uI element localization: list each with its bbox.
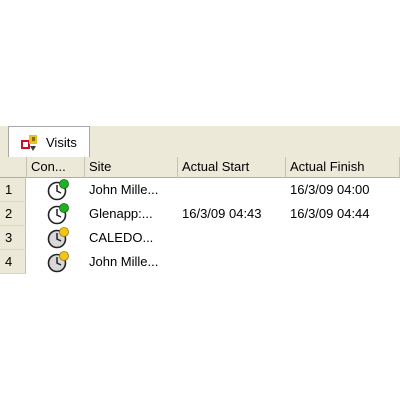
visits-tab-icon bbox=[20, 133, 40, 153]
column-header-actual-finish[interactable]: Actual Finish bbox=[286, 157, 400, 178]
table-row[interactable]: 4 John Mille... bbox=[0, 250, 400, 274]
row-number[interactable]: 1 bbox=[0, 178, 26, 202]
site-cell: John Mille... bbox=[89, 254, 159, 269]
column-header-site[interactable]: Site bbox=[85, 157, 178, 178]
clock-yellow-icon bbox=[46, 227, 70, 249]
column-header-actual-start[interactable]: Actual Start bbox=[178, 157, 286, 178]
row-number-header bbox=[0, 157, 27, 178]
column-header-con[interactable]: Con... bbox=[27, 157, 85, 178]
actual-start-cell bbox=[178, 250, 286, 274]
actual-start-cell: 16/3/09 04:43 bbox=[182, 206, 262, 221]
table-row[interactable]: 2 Glenapp:... 16/3/09 04:43 16/3/09 04:4… bbox=[0, 202, 400, 226]
table-row[interactable]: 3 CALEDO... bbox=[0, 226, 400, 250]
actual-finish-cell bbox=[286, 250, 400, 274]
tab-visits[interactable]: Visits bbox=[8, 126, 90, 157]
site-cell: Glenapp:... bbox=[89, 206, 153, 221]
actual-start-cell bbox=[178, 178, 286, 202]
actual-finish-cell: 16/3/09 04:44 bbox=[290, 206, 370, 221]
row-number[interactable]: 4 bbox=[0, 250, 26, 274]
tab-strip: Visits bbox=[0, 126, 400, 157]
tab-label: Visits bbox=[46, 135, 77, 150]
actual-start-cell bbox=[178, 226, 286, 250]
actual-finish-cell: 16/3/09 04:00 bbox=[290, 182, 370, 197]
clock-green-icon bbox=[46, 203, 70, 225]
row-number[interactable]: 3 bbox=[0, 226, 26, 250]
table-header: Con... Site Actual Start Actual Finish bbox=[0, 157, 400, 178]
site-cell: John Mille... bbox=[89, 182, 159, 197]
clock-green-icon bbox=[46, 179, 70, 201]
clock-yellow-icon bbox=[46, 251, 70, 273]
table-row[interactable]: 1 John Mille... 16/3/09 04:00 bbox=[0, 178, 400, 202]
row-number[interactable]: 2 bbox=[0, 202, 26, 226]
site-cell: CALEDO... bbox=[89, 230, 154, 245]
actual-finish-cell bbox=[286, 226, 400, 250]
